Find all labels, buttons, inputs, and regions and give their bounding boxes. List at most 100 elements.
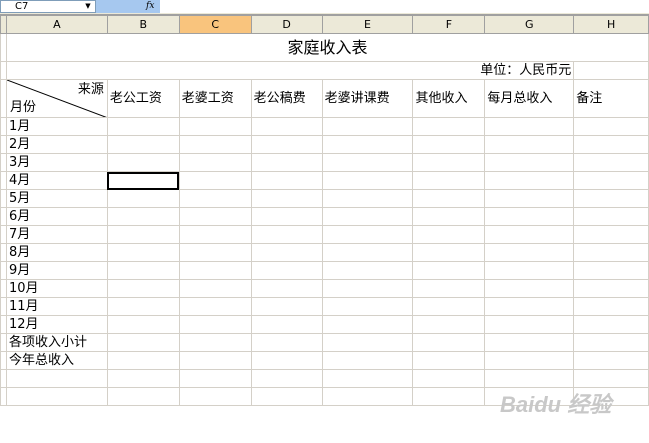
cell[interactable] [412, 117, 486, 136]
cell[interactable] [321, 171, 414, 190]
cell[interactable] [321, 351, 414, 370]
cell[interactable] [484, 135, 575, 154]
income-header[interactable]: 老婆讲课费 [321, 79, 414, 118]
cell[interactable] [484, 153, 575, 172]
cell[interactable] [106, 279, 180, 298]
cell[interactable] [178, 135, 252, 154]
cell[interactable] [250, 243, 323, 262]
cell[interactable] [106, 189, 180, 208]
cell[interactable] [178, 351, 252, 370]
cell[interactable] [178, 117, 252, 136]
cell[interactable] [412, 207, 486, 226]
cell[interactable] [321, 117, 414, 136]
cell[interactable] [321, 135, 414, 154]
cell[interactable] [412, 189, 486, 208]
cell[interactable] [321, 153, 414, 172]
column-header-a[interactable]: A [5, 15, 108, 34]
row-label[interactable]: 各项收入小计 [5, 333, 108, 352]
cell[interactable] [106, 369, 180, 388]
row-label[interactable]: 6月 [5, 207, 108, 226]
row-label[interactable]: 7月 [5, 225, 108, 244]
column-header-e[interactable]: E [321, 15, 414, 34]
cell[interactable] [250, 225, 323, 244]
cell[interactable] [106, 135, 180, 154]
cell[interactable] [178, 333, 252, 352]
cell[interactable] [106, 207, 180, 226]
cell[interactable] [106, 387, 180, 406]
cell[interactable] [250, 153, 323, 172]
cell[interactable] [106, 333, 180, 352]
cell[interactable] [412, 243, 486, 262]
cell[interactable] [321, 387, 414, 406]
cell[interactable] [106, 225, 180, 244]
cell[interactable] [573, 207, 649, 226]
row-label[interactable]: 9月 [5, 261, 108, 280]
cell[interactable] [484, 189, 575, 208]
cell[interactable] [321, 369, 414, 388]
row-label[interactable]: 1月 [5, 117, 108, 136]
cell[interactable] [484, 171, 575, 190]
cell[interactable] [5, 369, 108, 388]
cell[interactable] [178, 171, 252, 190]
cell[interactable] [106, 171, 180, 190]
cell[interactable] [573, 225, 649, 244]
cell[interactable] [250, 387, 323, 406]
cell[interactable] [321, 189, 414, 208]
unit-label[interactable]: 单位：人民币元 [5, 61, 575, 80]
cell[interactable] [178, 225, 252, 244]
cell[interactable] [106, 117, 180, 136]
cell[interactable] [573, 61, 649, 80]
cell[interactable] [106, 153, 180, 172]
cell[interactable] [250, 369, 323, 388]
cell[interactable] [178, 387, 252, 406]
cell[interactable] [178, 369, 252, 388]
cell[interactable] [5, 387, 108, 406]
income-header[interactable]: 老公工资 [106, 79, 180, 118]
cell[interactable] [412, 315, 486, 334]
column-header-f[interactable]: F [412, 15, 486, 34]
income-header[interactable]: 老婆工资 [178, 79, 252, 118]
cell[interactable] [573, 243, 649, 262]
cell[interactable] [178, 153, 252, 172]
cell[interactable] [178, 261, 252, 280]
cell[interactable] [412, 351, 486, 370]
cell[interactable] [484, 351, 575, 370]
cell[interactable] [412, 369, 486, 388]
cell[interactable] [321, 225, 414, 244]
cell[interactable] [484, 279, 575, 298]
row-label[interactable]: 3月 [5, 153, 108, 172]
cell[interactable] [250, 279, 323, 298]
cell[interactable] [573, 117, 649, 136]
row-label[interactable]: 11月 [5, 297, 108, 316]
income-header[interactable]: 每月总收入 [484, 79, 575, 118]
cell[interactable] [573, 189, 649, 208]
cell[interactable] [484, 225, 575, 244]
cell[interactable] [321, 315, 414, 334]
column-header-g[interactable]: G [484, 15, 575, 34]
cell[interactable] [321, 333, 414, 352]
cell[interactable] [178, 279, 252, 298]
cell[interactable] [412, 279, 486, 298]
cell[interactable] [250, 171, 323, 190]
cell[interactable] [250, 207, 323, 226]
cell[interactable] [573, 153, 649, 172]
cell[interactable] [573, 351, 649, 370]
cell[interactable] [412, 171, 486, 190]
cell[interactable] [484, 261, 575, 280]
row-label[interactable]: 8月 [5, 243, 108, 262]
cell[interactable] [178, 189, 252, 208]
cell[interactable] [178, 297, 252, 316]
cell[interactable] [412, 387, 486, 406]
cell[interactable] [484, 297, 575, 316]
cell[interactable] [412, 333, 486, 352]
cell[interactable] [484, 207, 575, 226]
income-header[interactable]: 老公稿费 [250, 79, 323, 118]
income-header[interactable]: 备注 [573, 79, 649, 118]
cell[interactable] [178, 315, 252, 334]
cell[interactable] [412, 297, 486, 316]
cell[interactable] [250, 333, 323, 352]
cell[interactable] [250, 135, 323, 154]
cell[interactable] [484, 117, 575, 136]
row-label[interactable]: 2月 [5, 135, 108, 154]
row-label[interactable]: 12月 [5, 315, 108, 334]
